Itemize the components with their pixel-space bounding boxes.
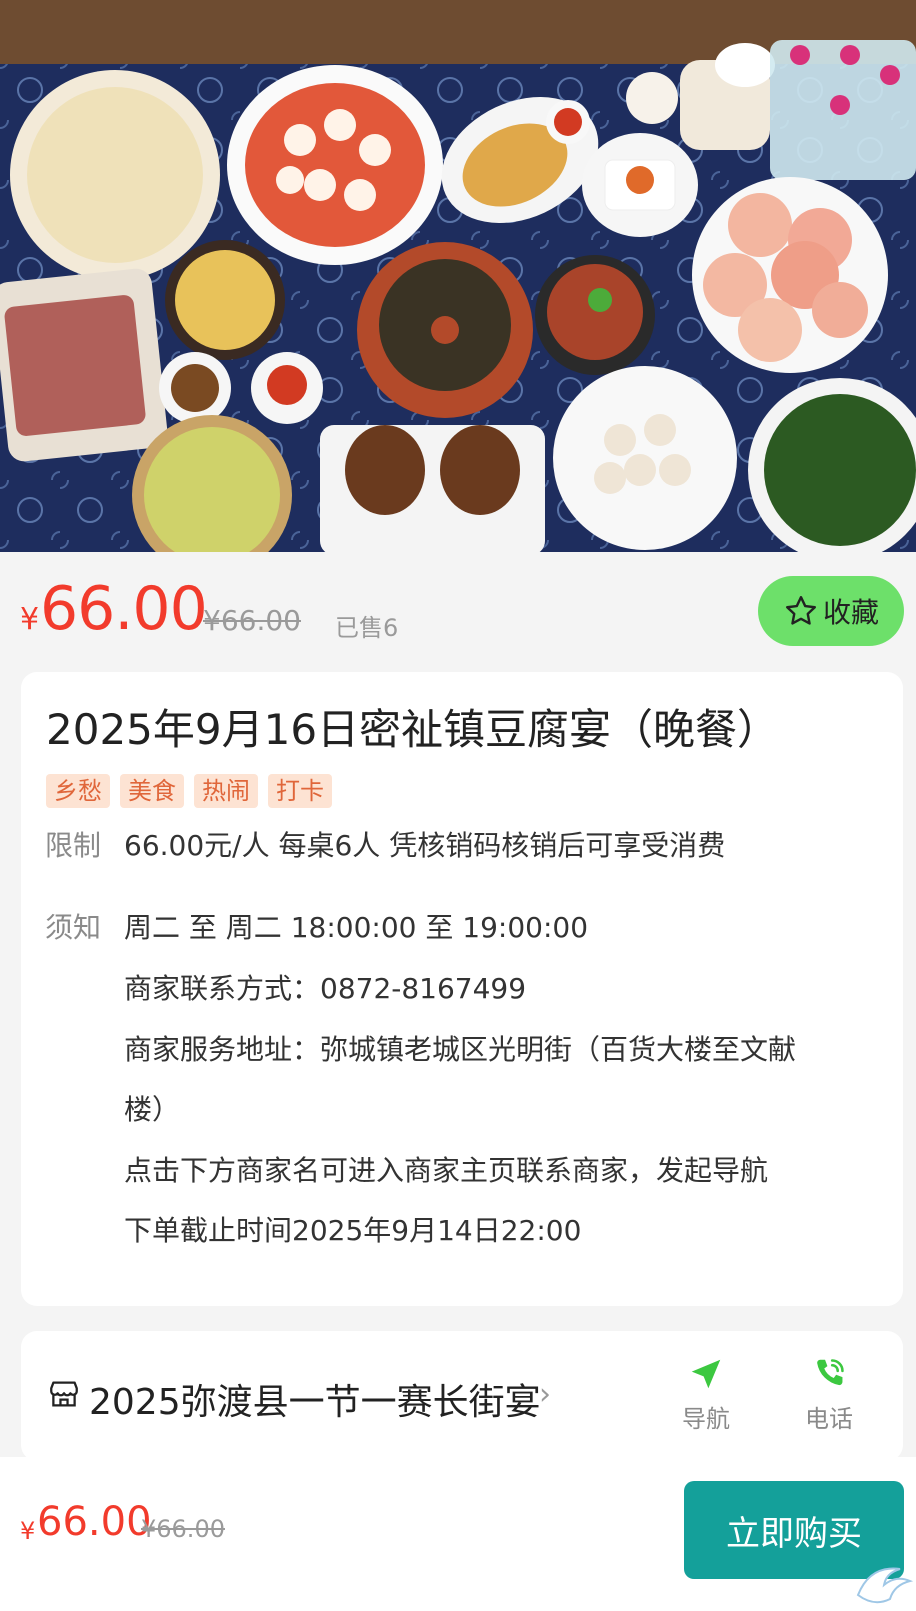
navigate-label: 导航 bbox=[682, 1405, 730, 1433]
currency-symbol: ¥ bbox=[20, 602, 40, 637]
shop-icon bbox=[50, 1381, 78, 1407]
phone-label: 电话 bbox=[805, 1405, 853, 1433]
tag: 热闹 bbox=[194, 774, 258, 808]
tag: 乡愁 bbox=[46, 774, 110, 808]
product-detail-page: ¥ 66.00 ¥66.00 已售6 收藏 2025年9月16日密祉镇豆腐宴（晚… bbox=[0, 0, 916, 1611]
current-price: 66.00 bbox=[40, 574, 208, 644]
notice-hours: 周二 至 周二 18:00:00 至 19:00:00 bbox=[124, 911, 589, 944]
phone-button[interactable]: 电话 bbox=[789, 1355, 869, 1434]
merchant-card: 2025弥渡县一节一赛长街宴 › 导航 电话 bbox=[21, 1331, 903, 1461]
navigate-button[interactable]: 导航 bbox=[666, 1355, 746, 1434]
chevron-right-icon[interactable]: › bbox=[539, 1377, 551, 1412]
favorite-button[interactable]: 收藏 bbox=[758, 576, 904, 646]
product-hero-image[interactable] bbox=[0, 0, 916, 552]
navigation-arrow-icon bbox=[691, 1359, 721, 1389]
notice-label: 须知 bbox=[45, 911, 102, 944]
bottom-current-price: 66.00 bbox=[37, 1499, 152, 1545]
notice-address: 商家服务地址：弥城镇老城区光明街（百货大楼至文献 bbox=[124, 1033, 797, 1066]
bottom-currency-symbol: ¥ bbox=[20, 1517, 36, 1545]
notice-nav-hint: 点击下方商家名可进入商家主页联系商家，发起导航 bbox=[124, 1154, 769, 1187]
notice-contact: 商家联系方式：0872-8167499 bbox=[124, 972, 527, 1005]
phone-icon bbox=[817, 1359, 844, 1386]
tag: 美食 bbox=[120, 774, 184, 808]
original-price: ¥66.00 bbox=[203, 604, 301, 637]
limit-text: 66.00元/人 每桌6人 凭核销码核销后可享受消费 bbox=[124, 829, 726, 862]
bottom-action-bar: ¥ 66.00 ¥66.00 立即购买 bbox=[0, 1457, 916, 1611]
tag-list: 乡愁 美食 热闹 打卡 bbox=[46, 774, 332, 808]
sold-count: 已售6 bbox=[335, 614, 399, 642]
merchant-name-link[interactable]: 2025弥渡县一节一赛长街宴 bbox=[89, 1373, 541, 1425]
watermark-logo-icon bbox=[856, 1567, 914, 1604]
limit-label: 限制 bbox=[45, 829, 102, 862]
tag: 打卡 bbox=[268, 774, 332, 808]
notice-address-cont: 楼） bbox=[124, 1093, 181, 1126]
price-section: ¥ 66.00 ¥66.00 已售6 收藏 bbox=[0, 552, 916, 664]
bottom-original-price: ¥66.00 bbox=[141, 1515, 225, 1543]
product-info-card: 2025年9月16日密祉镇豆腐宴（晚餐） 乡愁 美食 热闹 打卡 限制 66.0… bbox=[21, 672, 903, 1306]
banquet-illustration bbox=[0, 0, 916, 552]
product-title: 2025年9月16日密祉镇豆腐宴（晚餐） bbox=[46, 705, 780, 754]
star-icon bbox=[785, 596, 816, 625]
notice-deadline: 下单截止时间2025年9月14日22:00 bbox=[124, 1214, 582, 1247]
favorite-label: 收藏 bbox=[822, 596, 879, 629]
